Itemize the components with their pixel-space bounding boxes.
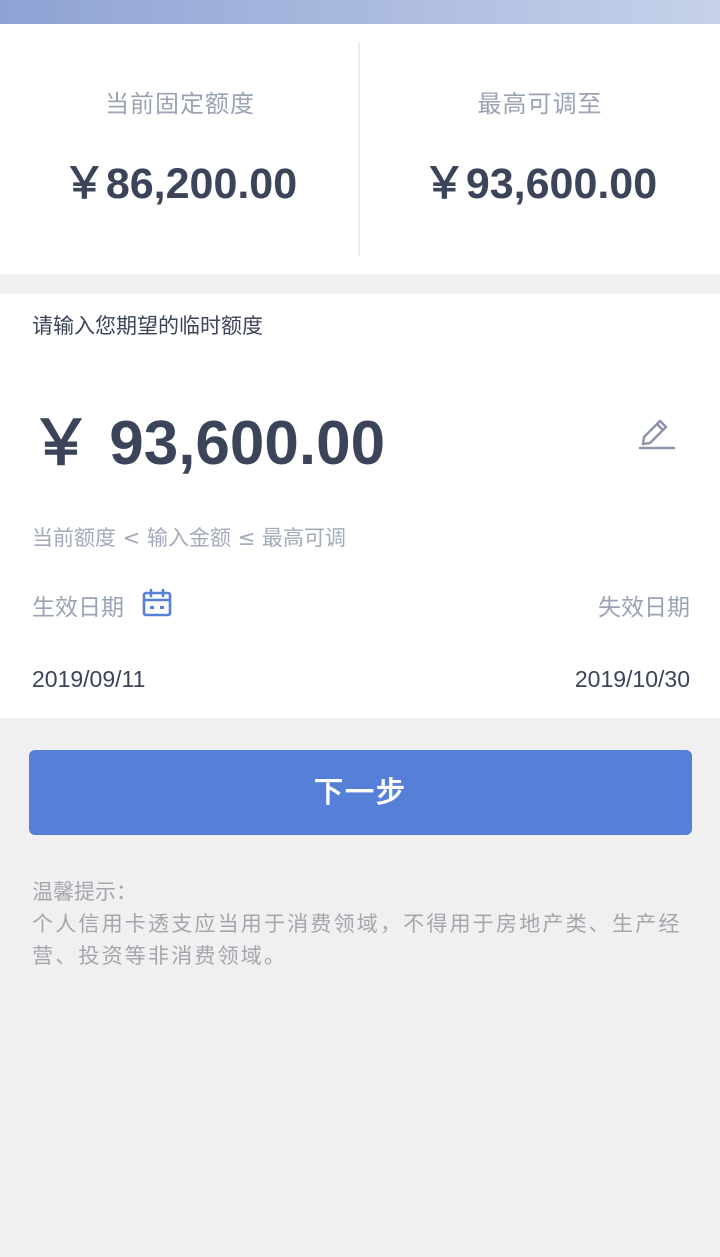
max-limit-label: 最高可调至 <box>477 90 603 118</box>
max-limit-value: ￥93,600.00 <box>422 160 658 208</box>
start-date-value[interactable]: 2019/09/11 <box>32 666 145 693</box>
effective-date-label: 生效日期 <box>32 595 124 621</box>
calendar-icon[interactable] <box>142 588 172 618</box>
tips-body: 个人信用卡透支应当用于消费领域，不得用于房地产类、生产经营、投资等非消费领域。 <box>32 912 682 968</box>
range-hint: 当前额度 < 输入金额 ≤ 最高可调 <box>32 526 346 550</box>
amount-input[interactable]: ￥ 93,600.00 <box>30 392 385 482</box>
current-limit-value: ￥86,200.00 <box>62 160 298 208</box>
header-strip <box>0 0 720 24</box>
amount-prompt: 请输入您期望的临时额度 <box>32 314 263 338</box>
max-limit: 最高可调至 ￥93,600.00 <box>360 24 720 274</box>
tips-title: 温馨提示： <box>32 880 137 904</box>
pencil-icon[interactable] <box>638 410 676 450</box>
temporary-limit-form: 请输入您期望的临时额度 ￥ 93,600.00 当前额度 < 输入金额 ≤ 最高… <box>0 294 720 718</box>
limits-card: 当前固定额度 ￥86,200.00 最高可调至 ￥93,600.00 <box>0 24 720 274</box>
end-date-value: 2019/10/30 <box>574 666 690 692</box>
expire-date-label: 失效日期 <box>598 595 690 621</box>
next-step-button[interactable]: 下一步 <box>29 750 692 835</box>
current-limit: 当前固定额度 ￥86,200.00 <box>0 24 360 274</box>
tips-section: 温馨提示： 个人信用卡透支应当用于消费领域，不得用于房地产类、生产经营、投资等非… <box>32 876 696 972</box>
current-limit-label: 当前固定额度 <box>105 90 255 118</box>
